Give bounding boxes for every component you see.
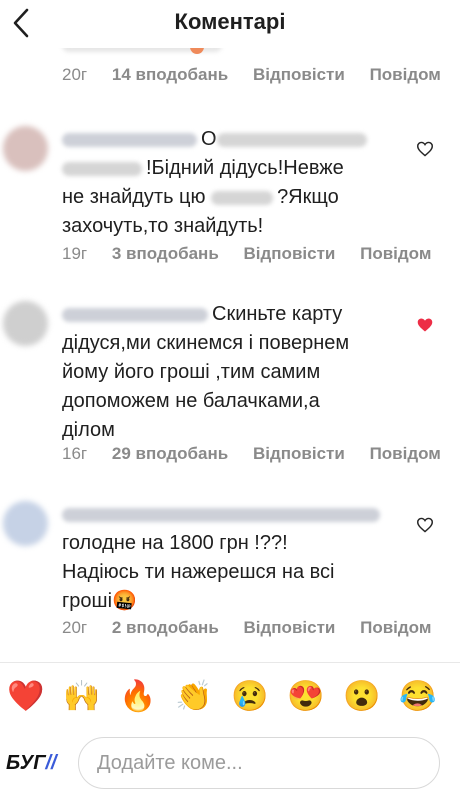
reply-button[interactable]: Відповісти	[244, 244, 336, 263]
comment-meta: 19г 3 вподобань Відповісти Повідом	[62, 244, 451, 264]
avatar[interactable]	[3, 301, 48, 346]
tears-of-joy-emoji[interactable]: 😂	[397, 676, 439, 718]
comment-meta: 20г 2 вподобань Відповісти Повідом	[62, 618, 451, 638]
like-heart-icon[interactable]	[416, 141, 434, 157]
comment-text: О !Бідний дідусь!Невже не знайдуть цю ?Я…	[62, 125, 402, 241]
emoji-partial	[190, 48, 204, 54]
raising-hands-emoji[interactable]: 🙌	[61, 676, 103, 718]
comment-list[interactable]: 20г 14 вподобань Відповісти Повідом О !Б…	[0, 48, 460, 662]
emoji-reaction-bar: ❤️ 🙌 🔥 👏 😢 😍 😮 😂	[0, 676, 460, 720]
red-heart-emoji[interactable]: ❤️	[5, 676, 47, 718]
comment-time: 16г	[62, 444, 88, 463]
comment-likes[interactable]: 29 вподобань	[112, 444, 228, 463]
fire-emoji[interactable]: 🔥	[117, 676, 159, 718]
blurred-text	[62, 161, 142, 176]
comment-input[interactable]	[78, 737, 440, 789]
clapping-hands-emoji[interactable]: 👏	[173, 676, 215, 718]
divider	[0, 662, 460, 663]
report-button[interactable]: Повідом	[370, 444, 441, 463]
comment-meta: 20г 14 вподобань Відповісти Повідом	[62, 65, 460, 85]
comment-likes[interactable]: 14 вподобань	[112, 65, 228, 84]
blurred-username[interactable]	[62, 507, 380, 522]
comment-text: голодне на 1800 грн !??! Надіюсь ти наже…	[62, 500, 402, 616]
report-button[interactable]: Повідом	[360, 244, 431, 263]
comment-time: 19г	[62, 244, 88, 263]
avatar[interactable]	[3, 126, 48, 171]
comment-likes[interactable]: 3 вподобань	[112, 244, 219, 263]
reply-button[interactable]: Відповісти	[253, 65, 345, 84]
report-button[interactable]: Повідом	[370, 65, 441, 84]
surprised-face-emoji[interactable]: 😮	[341, 676, 383, 718]
comment-time: 20г	[62, 618, 88, 637]
page-title: Коментарі	[174, 9, 286, 34]
comment-likes[interactable]: 2 вподобань	[112, 618, 219, 637]
comment-text: Скиньте карту дідуся,ми скинемся і повер…	[62, 303, 350, 441]
report-button[interactable]: Повідом	[360, 618, 431, 637]
crying-face-emoji[interactable]: 😢	[229, 676, 271, 718]
like-heart-icon[interactable]	[416, 517, 434, 533]
liked-heart-icon[interactable]	[416, 317, 434, 333]
blurred-username[interactable]	[62, 307, 208, 322]
account-logo[interactable]: БУГ//	[6, 741, 64, 785]
reply-button[interactable]: Відповісти	[244, 618, 336, 637]
angry-emoji: 🤬	[112, 590, 137, 612]
avatar[interactable]	[3, 501, 48, 546]
heart-eyes-emoji[interactable]: 😍	[285, 676, 327, 718]
blurred-text	[211, 190, 274, 205]
blurred-username[interactable]	[62, 132, 197, 147]
reply-button[interactable]: Відповісти	[253, 444, 345, 463]
header-bar: Коментарі	[0, 0, 460, 48]
comment-time: 20г	[62, 65, 88, 84]
blurred-text	[216, 132, 367, 147]
comment-meta: 16г 29 вподобань Відповісти Повідом	[62, 444, 460, 464]
